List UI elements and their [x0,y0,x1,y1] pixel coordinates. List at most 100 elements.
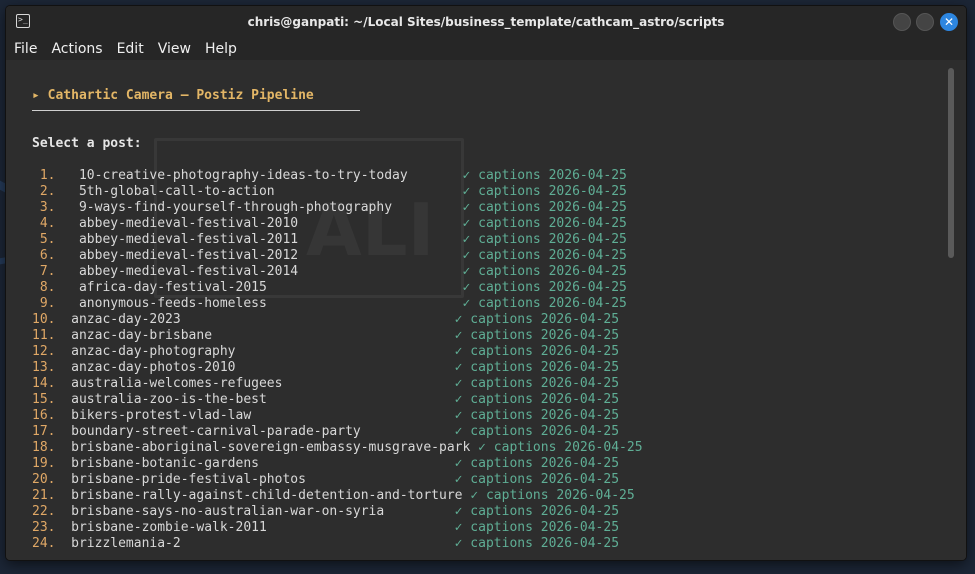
post-number: 16. [32,408,72,423]
close-button[interactable]: ✕ [940,13,958,31]
menu-file[interactable]: File [6,38,43,60]
post-number: 13. [32,360,72,375]
title-bar[interactable]: >_ chris@ganpati: ~/Local Sites/business… [6,6,966,38]
caption-status-date: 2026-04-25 [548,216,627,231]
post-list-item[interactable]: 18. brisbane-aboriginal-sovereign-embass… [32,440,643,456]
post-slug: boundary-street-carnival-parade-party [71,424,455,439]
post-list-item[interactable]: 15. australia-zoo-is-the-best ✓ captions… [32,392,619,408]
post-list-item[interactable]: 16. bikers-protest-vlad-law ✓ captions 2… [32,408,619,424]
caption-status-date: 2026-04-25 [540,312,620,327]
caption-status-label: ✓ captions [454,504,533,519]
terminal-output[interactable]: ALI ▸ Cathartic Camera — Postiz Pipeline… [6,60,966,560]
post-list-item[interactable]: 23. brisbane-zombie-walk-2011 ✓ captions… [32,520,619,536]
post-list-item[interactable]: 9. anonymous-feeds-homeless ✓ captions 2… [32,296,627,312]
post-number: 24. [32,536,72,551]
post-number: 2. [32,184,79,199]
caption-status: ✓ captions 2026-04-25 [462,168,626,183]
caption-status-label: ✓ captions [454,344,533,359]
post-number: 20. [32,472,72,487]
maximize-button[interactable] [916,13,934,31]
menu-view[interactable]: View [150,38,197,60]
post-list-item[interactable]: 13. anzac-day-photos-2010 ✓ captions 202… [32,360,619,376]
caption-status: ✓ captions 2026-04-25 [462,280,626,295]
caption-status-label: ✓ captions [462,264,541,279]
post-slug: brisbane-botanic-gardens [71,456,455,471]
caption-status-date: 2026-04-25 [540,328,620,343]
caption-status-date: 2026-04-25 [548,168,627,183]
post-list-item[interactable]: 8. africa-day-festival-2015 ✓ captions 2… [32,280,627,296]
post-list-item[interactable]: 14. australia-welcomes-refugees ✓ captio… [32,376,619,392]
caption-status-label: ✓ captions [454,328,533,343]
post-slug: 9-ways-find-yourself-through-photography [78,200,463,215]
post-slug: abbey-medieval-festival-2010 [78,216,463,231]
caption-status-date: 2026-04-25 [548,200,627,215]
scrollbar-thumb[interactable] [948,68,954,258]
caption-status-label: ✓ captions [454,472,533,487]
post-slug: australia-welcomes-refugees [71,376,455,391]
post-list-item[interactable]: 22. brisbane-says-no-australian-war-on-s… [32,504,619,520]
caption-status-date: 2026-04-25 [540,376,620,391]
post-list-item[interactable]: 4. abbey-medieval-festival-2010 ✓ captio… [32,216,627,232]
caption-status: ✓ captions 2026-04-25 [462,232,626,247]
caption-status: ✓ captions 2026-04-25 [462,264,626,279]
menu-edit[interactable]: Edit [109,38,150,60]
caption-status-label: ✓ captions [462,184,541,199]
caption-status-label: ✓ captions [454,408,533,423]
menu-actions[interactable]: Actions [43,38,108,60]
caption-status: ✓ captions 2026-04-25 [455,504,619,519]
post-slug: abbey-medieval-festival-2014 [78,264,463,279]
post-number: 21. [32,488,72,503]
select-prompt: Select a post: [32,136,142,151]
minimize-button[interactable] [893,13,911,31]
post-number: 14. [32,376,72,391]
caption-status: ✓ captions 2026-04-25 [478,440,642,455]
post-slug: africa-day-festival-2015 [78,280,463,295]
post-list-item[interactable]: 11. anzac-day-brisbane ✓ captions 2026-0… [32,328,619,344]
header-divider [32,110,360,111]
post-number: 7. [32,264,79,279]
caption-status: ✓ captions 2026-04-25 [455,520,619,535]
caption-status-label: ✓ captions [454,456,533,471]
post-list-item[interactable]: 1. 10-creative-photography-ideas-to-try-… [32,168,627,184]
post-number: 23. [32,520,72,535]
post-slug: brisbane-pride-festival-photos [71,472,455,487]
post-number: 12. [32,344,72,359]
post-number: 3. [32,200,79,215]
post-list-item[interactable]: 5. abbey-medieval-festival-2011 ✓ captio… [32,232,627,248]
post-number: 8. [32,280,79,295]
post-list-item[interactable]: 3. 9-ways-find-yourself-through-photogra… [32,200,627,216]
post-list-item[interactable]: 12. anzac-day-photography ✓ captions 202… [32,344,619,360]
caption-status-date: 2026-04-25 [540,392,620,407]
post-list-item[interactable]: 10. anzac-day-2023 ✓ captions 2026-04-25 [32,312,619,328]
post-number: 6. [32,248,79,263]
caption-status: ✓ captions 2026-04-25 [455,360,619,375]
post-number: 1. [32,168,79,183]
post-list-item[interactable]: 17. boundary-street-carnival-parade-part… [32,424,619,440]
post-list-item[interactable]: 24. brizzlemania-2 ✓ captions 2026-04-25 [32,536,619,552]
menu-help[interactable]: Help [197,38,243,60]
post-number: 9. [32,296,79,311]
post-list-item[interactable]: 6. abbey-medieval-festival-2012 ✓ captio… [32,248,627,264]
post-list-item[interactable]: 21. brisbane-rally-against-child-detenti… [32,488,635,504]
caption-status-label: ✓ captions [462,232,541,247]
caption-status: ✓ captions 2026-04-25 [455,456,619,471]
post-list-item[interactable]: 7. abbey-medieval-festival-2014 ✓ captio… [32,264,627,280]
caption-status-date: 2026-04-25 [540,360,620,375]
post-slug: abbey-medieval-festival-2012 [78,248,463,263]
caption-status: ✓ captions 2026-04-25 [455,408,619,423]
post-list-item[interactable]: 20. brisbane-pride-festival-photos ✓ cap… [32,472,619,488]
post-list-item[interactable]: 19. brisbane-botanic-gardens ✓ captions … [32,456,619,472]
post-slug: anzac-day-brisbane [71,328,455,343]
post-slug: abbey-medieval-festival-2011 [78,232,463,247]
close-icon: ✕ [943,15,955,29]
caption-status: ✓ captions 2026-04-25 [455,392,619,407]
post-slug: 5th-global-call-to-action [78,184,463,199]
caption-status-date: 2026-04-25 [540,504,620,519]
caption-status-date: 2026-04-25 [548,280,627,295]
caption-status-date: 2026-04-25 [556,488,635,503]
caption-status-date: 2026-04-25 [548,296,627,311]
post-number: 10. [32,312,72,327]
post-slug: anzac-day-2023 [71,312,455,327]
post-list-item[interactable]: 2. 5th-global-call-to-action ✓ captions … [32,184,627,200]
caption-status: ✓ captions 2026-04-25 [455,536,619,551]
